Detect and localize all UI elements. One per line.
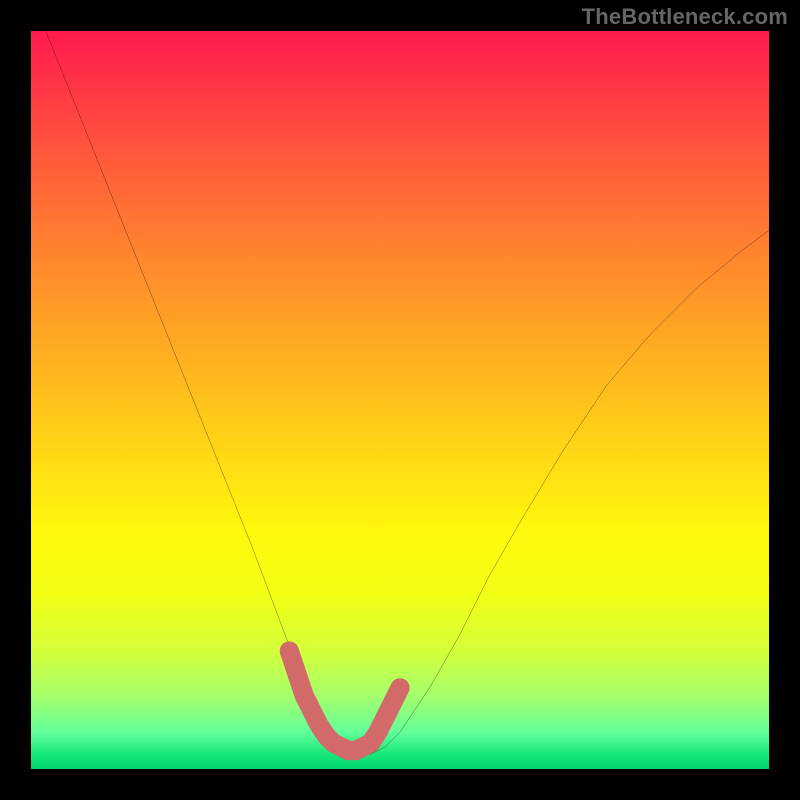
watermark-text: TheBottleneck.com	[582, 4, 788, 30]
plot-area	[31, 31, 769, 769]
chart-svg	[31, 31, 769, 769]
chart-frame: TheBottleneck.com	[0, 0, 800, 800]
bottleneck-curve-line	[46, 31, 769, 754]
bottleneck-highlight-line	[289, 651, 400, 751]
